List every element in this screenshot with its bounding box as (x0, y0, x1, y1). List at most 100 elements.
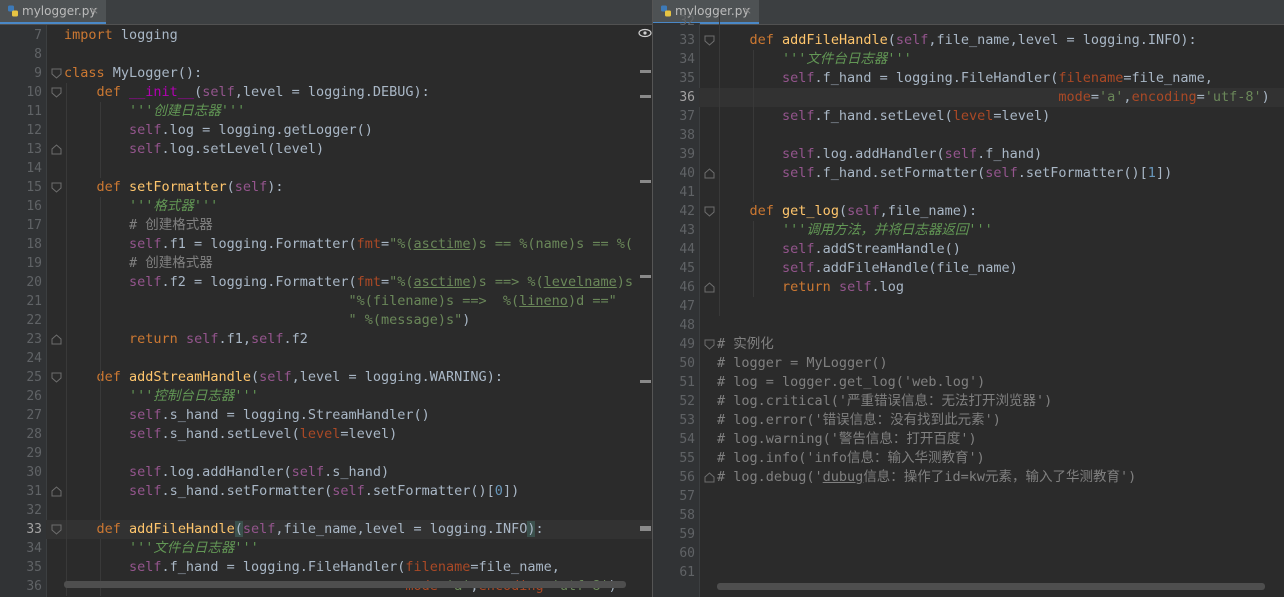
line-number: 22 (26, 313, 42, 328)
line-number: 21 (26, 294, 42, 309)
line-number: 35 (26, 560, 42, 575)
line-number: 48 (679, 318, 695, 333)
fold-marker-icon[interactable] (51, 144, 62, 155)
code-line[interactable]: # log.error('错误信息：没有找到此元素') (717, 411, 1001, 430)
code-line[interactable]: # log.debug('dubug信息：操作了id=kw元素，输入了华测教育'… (717, 468, 1136, 487)
code-line[interactable]: " %(message)s") (64, 311, 470, 330)
fold-marker-icon[interactable] (704, 339, 715, 350)
left-horizontal-scrollbar[interactable] (64, 581, 626, 588)
code-line[interactable]: # 实例化 (717, 335, 774, 354)
code-line[interactable]: self.log.addHandler(self.f_hand) (717, 145, 1042, 164)
line-number: 39 (679, 147, 695, 162)
code-line[interactable]: # log.critical('严重错误信息：无法打开浏览器') (717, 392, 1052, 411)
line-number: 32 (26, 503, 42, 518)
error-stripe-mark[interactable] (640, 380, 651, 383)
line-number: 18 (26, 237, 42, 252)
code-line[interactable]: "%(filename)s ==> %(lineno)d ==" (64, 292, 616, 311)
left-code-area[interactable]: import logging class MyLogger(): def __in… (64, 25, 652, 597)
left-editor-tab[interactable]: mylogger.py × (0, 0, 106, 24)
code-line[interactable]: self.log = logging.getLogger() (64, 121, 373, 140)
code-line[interactable]: self.f_hand = logging.FileHandler(filena… (717, 69, 1213, 88)
fold-marker-icon[interactable] (704, 35, 715, 46)
code-line[interactable]: '''文件台日志器''' (717, 50, 912, 69)
code-line[interactable]: '''格式器''' (64, 197, 218, 216)
code-line[interactable]: self.f_hand = logging.FileHandler(filena… (64, 558, 560, 577)
left-code-editor[interactable]: 7 8 9 10 11 12 13 14 15 16 17 18 19 20 21 22 23 24 25 26 27 2… (0, 25, 652, 597)
fold-marker-icon[interactable] (51, 334, 62, 345)
right-code-area[interactable]: def addFileHandle(self,file_name,level =… (717, 12, 1284, 597)
code-line[interactable]: # 创建格式器 (64, 254, 213, 273)
code-line[interactable]: self.f_hand.setLevel(level=level) (717, 107, 1050, 126)
right-horizontal-scrollbar[interactable] (717, 583, 1265, 590)
indent-guide (753, 221, 754, 297)
line-number: 41 (679, 185, 695, 200)
right-code-editor[interactable]: 32 33 34 35 36 37 38 39 40 41 42 43 44 45 46 47 48 49 50 51… (653, 12, 1284, 597)
code-line[interactable]: self.f1 = logging.Formatter(fmt="%(ascti… (64, 235, 633, 254)
line-number: 38 (679, 128, 695, 143)
code-line[interactable]: self.log.setLevel(level) (64, 140, 324, 159)
code-line[interactable]: return self.log (717, 278, 904, 297)
line-number: 10 (26, 85, 42, 100)
code-line[interactable]: def get_log(self,file_name): (717, 202, 978, 221)
fold-marker-icon[interactable] (704, 282, 715, 293)
code-line[interactable]: def addFileHandle(self,file_name,level =… (717, 31, 1197, 50)
code-line[interactable]: def __init__(self,level = logging.DEBUG)… (64, 83, 430, 102)
fold-marker-icon[interactable] (51, 372, 62, 383)
code-line[interactable]: # log.warning('警告信息：打开百度') (717, 430, 977, 449)
error-stripe-mark[interactable] (640, 275, 651, 278)
line-number: 47 (679, 299, 695, 314)
indent-guide (100, 387, 101, 520)
line-number: 25 (26, 370, 42, 385)
code-line[interactable]: import logging (64, 26, 178, 45)
code-line[interactable]: mode='a',encoding='utf-8') (717, 88, 1269, 107)
code-line[interactable]: '''创建日志器''' (64, 102, 245, 121)
code-line[interactable]: self.log.addHandler(self.s_hand) (64, 463, 389, 482)
code-line[interactable]: self.f2 = logging.Formatter(fmt="%(ascti… (64, 273, 633, 292)
right-editor-pane: mylogger.py × 32 33 34 35 36 37 38 39 40 41 42 43 44… (652, 0, 1284, 597)
caret-position-mark[interactable] (640, 526, 651, 531)
line-number: 34 (679, 52, 695, 67)
close-icon[interactable]: × (90, 4, 99, 17)
line-number: 30 (26, 465, 42, 480)
fold-marker-icon[interactable] (51, 524, 62, 535)
code-line[interactable]: # 创建格式器 (64, 216, 213, 235)
error-stripe-mark[interactable] (640, 180, 651, 183)
code-line[interactable]: # log = logger.get_log('web.log') (717, 373, 985, 392)
error-stripe-mark[interactable] (640, 70, 651, 73)
code-line[interactable]: '''文件台日志器''' (64, 539, 259, 558)
code-line[interactable]: def setFormatter(self): (64, 178, 284, 197)
fold-marker-icon[interactable] (51, 182, 62, 193)
code-line[interactable]: '''控制台日志器''' (64, 387, 259, 406)
code-line[interactable]: def addFileHandle(self,file_name,level =… (64, 520, 544, 539)
line-number: 60 (679, 546, 695, 561)
code-line[interactable]: self.s_hand = logging.StreamHandler() (64, 406, 430, 425)
close-icon[interactable]: × (743, 4, 752, 17)
code-line[interactable]: '''调用方法，并将日志器返回''' (717, 221, 993, 240)
code-line[interactable]: def addStreamHandle(self,level = logging… (64, 368, 503, 387)
line-number: 13 (26, 142, 42, 157)
line-number: 43 (679, 223, 695, 238)
line-number: 19 (26, 256, 42, 271)
fold-marker-icon[interactable] (704, 168, 715, 179)
error-stripe-mark[interactable] (640, 95, 651, 98)
fold-marker-icon[interactable] (51, 68, 62, 79)
right-editor-tab[interactable]: mylogger.py × (653, 0, 759, 24)
fold-marker-icon[interactable] (704, 472, 715, 483)
code-line[interactable]: self.addFileHandle(file_name) (717, 259, 1018, 278)
code-line[interactable]: # logger = MyLogger() (717, 354, 888, 373)
line-number: 46 (679, 280, 695, 295)
fold-marker-icon[interactable] (51, 486, 62, 497)
code-line[interactable]: # log.info('info信息：输入华测教育') (717, 449, 985, 468)
code-line[interactable]: self.s_hand.setLevel(level=level) (64, 425, 397, 444)
code-line[interactable]: class MyLogger(): (64, 64, 202, 83)
fold-marker-icon[interactable] (51, 87, 62, 98)
line-number: 36 (26, 579, 42, 594)
fold-marker-icon[interactable] (704, 206, 715, 217)
code-line[interactable]: self.f_hand.setFormatter(self.setFormatt… (717, 164, 1172, 183)
code-line[interactable]: self.s_hand.setFormatter(self.setFormatt… (64, 482, 519, 501)
right-line-gutter: 32 33 34 35 36 37 38 39 40 41 42 43 44 45 46 47 48 49 50 51… (653, 14, 700, 597)
line-number: 20 (26, 275, 42, 290)
line-number: 57 (679, 489, 695, 504)
line-number: 32 (679, 14, 695, 29)
line-number: 52 (679, 394, 695, 409)
